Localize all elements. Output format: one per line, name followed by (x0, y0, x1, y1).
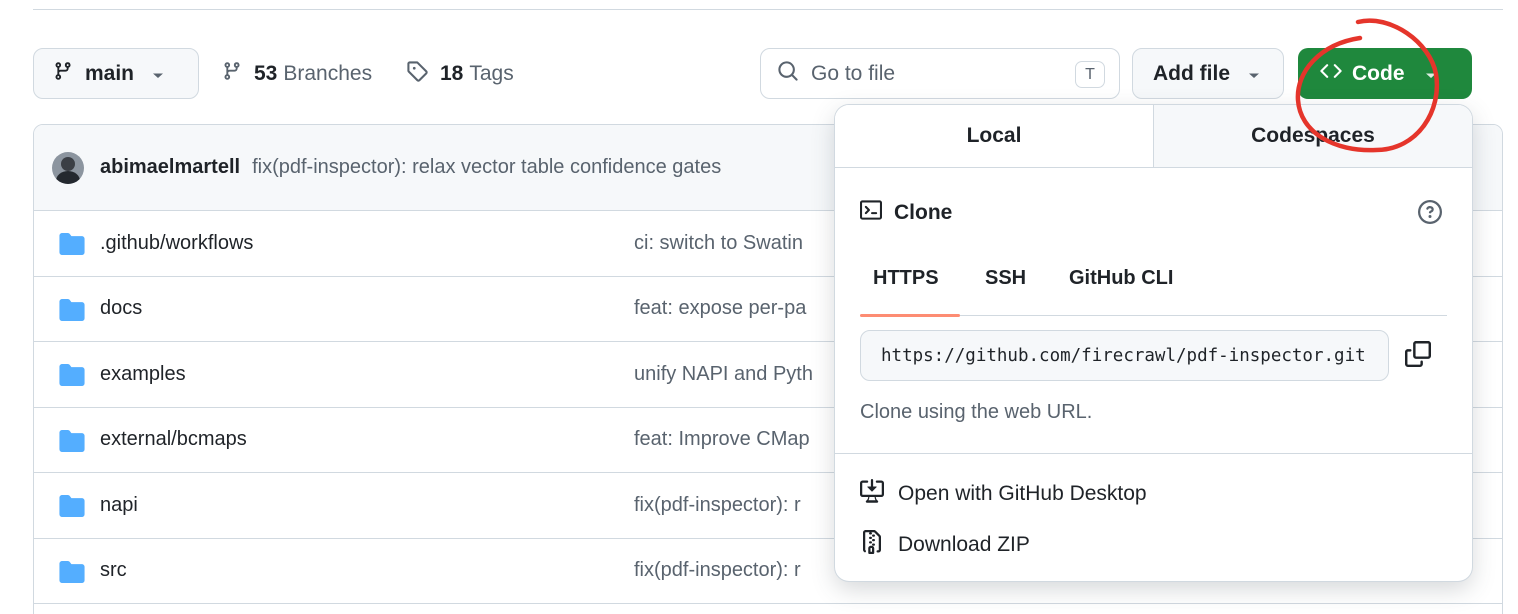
clone-hint: Clone using the web URL. (860, 401, 1093, 423)
folder-icon (59, 298, 85, 327)
file-name[interactable]: src (100, 559, 127, 582)
tab-ssh[interactable]: SSH (985, 267, 1026, 290)
tab-codespaces[interactable]: Codespaces (1154, 105, 1472, 167)
open-with-github-desktop-label: Open with GitHub Desktop (898, 482, 1147, 505)
folder-icon (59, 429, 85, 458)
add-file-label: Add file (1153, 61, 1230, 85)
copy-icon[interactable] (1405, 341, 1431, 372)
file-name[interactable]: docs (100, 297, 142, 320)
dropdown-tabs: Local Codespaces (835, 105, 1472, 168)
file-commit-message[interactable]: feat: expose per-pa (634, 297, 806, 320)
clone-url-input[interactable]: https://github.com/firecrawl/pdf-inspect… (860, 330, 1389, 381)
commit-author[interactable]: abimaelmartell (100, 156, 240, 179)
folder-icon (59, 560, 85, 589)
go-to-file-input[interactable]: Go to file T (760, 48, 1120, 99)
add-file-button[interactable]: Add file (1132, 48, 1284, 99)
file-name[interactable]: .github/workflows (100, 232, 253, 255)
git-branch-icon (53, 60, 73, 88)
chevron-down-icon (152, 62, 164, 86)
code-icon (1320, 60, 1342, 88)
branches-count: 53 (254, 62, 278, 85)
folder-icon (59, 364, 85, 392)
tags-label: Tags (469, 62, 514, 85)
chevron-down-icon (1248, 62, 1260, 86)
keyboard-shortcut-hint: T (1075, 61, 1105, 88)
tab-https[interactable]: HTTPS (873, 267, 939, 290)
search-icon (777, 60, 799, 88)
code-dropdown-panel: Local Codespaces Clone HTTPS SSH GitHub … (835, 105, 1472, 581)
go-to-file-placeholder: Go to file (811, 61, 896, 85)
commit-message[interactable]: fix(pdf-inspector): relax vector table c… (252, 156, 721, 179)
file-name[interactable]: napi (100, 494, 138, 517)
tags-count: 18 (440, 62, 464, 85)
tab-local[interactable]: Local (835, 105, 1154, 167)
file-zip-icon (860, 530, 884, 560)
file-commit-message[interactable]: ci: switch to Swatin (634, 232, 803, 255)
file-commit-message[interactable]: fix(pdf-inspector): r (634, 559, 801, 582)
clone-url-value: https://github.com/firecrawl/pdf-inspect… (881, 345, 1366, 366)
desktop-download-icon (860, 479, 884, 509)
tab-github-cli[interactable]: GitHub CLI (1069, 267, 1173, 290)
code-button-label: Code (1352, 61, 1405, 85)
git-branch-icon (222, 60, 242, 88)
tags-link[interactable]: 18 Tags (406, 60, 514, 88)
chevron-down-icon (1425, 62, 1437, 86)
file-name[interactable]: external/bcmaps (100, 428, 247, 451)
file-name[interactable]: examples (100, 363, 186, 386)
branch-name: main (85, 61, 135, 85)
open-with-github-desktop[interactable]: Open with GitHub Desktop (860, 479, 1147, 509)
code-button[interactable]: Code (1298, 48, 1472, 99)
question-icon[interactable] (1418, 200, 1442, 229)
clone-header: Clone (860, 199, 952, 227)
dropdown-divider (835, 453, 1472, 454)
branches-label: Branches (283, 62, 373, 85)
file-commit-message[interactable]: unify NAPI and Pyth (634, 363, 813, 386)
terminal-icon (860, 199, 882, 227)
branch-selector-button[interactable]: main (33, 48, 199, 99)
top-divider (33, 9, 1503, 10)
file-commit-message[interactable]: feat: Improve CMap (634, 428, 810, 451)
branches-link[interactable]: 53 Branches (222, 60, 372, 88)
clone-title: Clone (894, 201, 953, 224)
folder-icon (59, 495, 85, 523)
avatar[interactable] (52, 151, 84, 184)
protocol-tabs: HTTPS SSH GitHub CLI (860, 255, 1447, 317)
file-commit-message[interactable]: fix(pdf-inspector): r (634, 494, 801, 517)
folder-icon (59, 233, 85, 261)
download-zip-label: Download ZIP (898, 533, 1030, 556)
tag-icon (406, 60, 428, 88)
active-tab-underline (860, 314, 960, 317)
download-zip[interactable]: Download ZIP (860, 530, 1030, 560)
